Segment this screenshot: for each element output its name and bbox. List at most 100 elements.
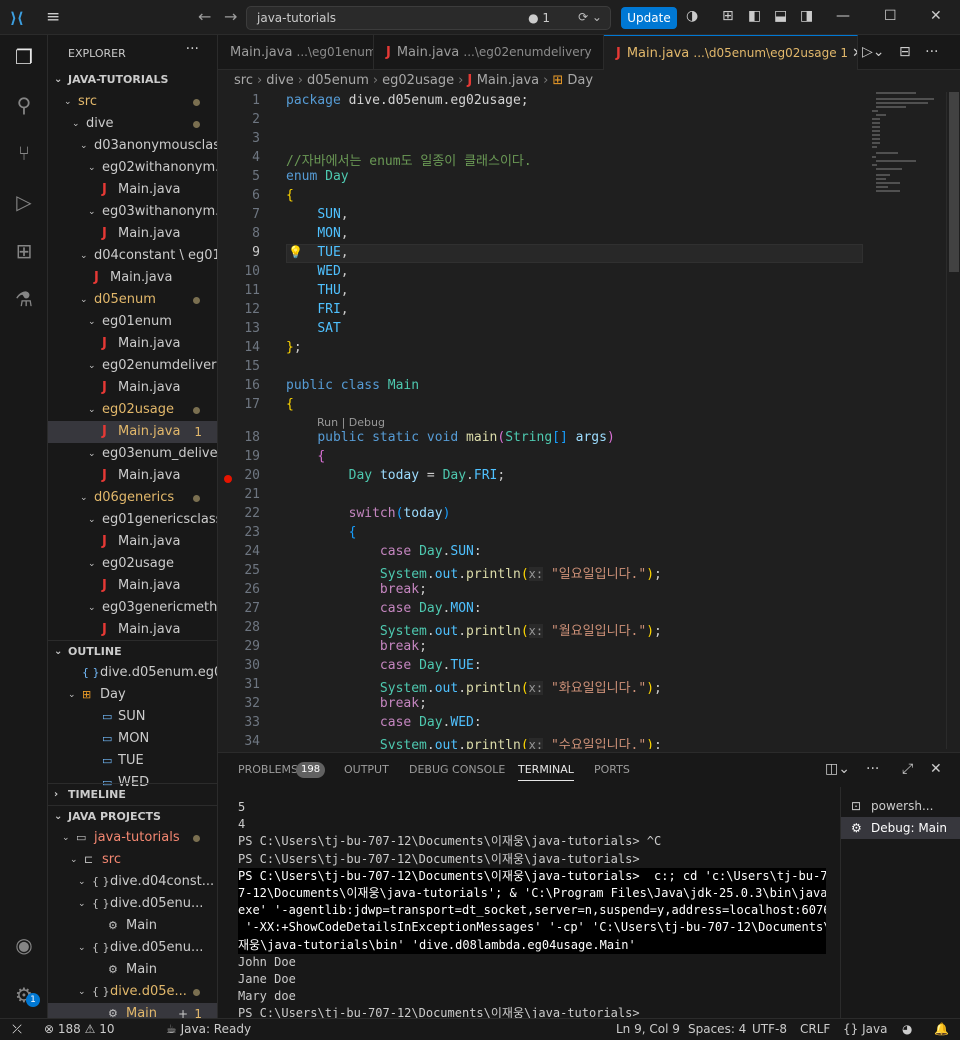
editor-tab[interactable]: Main.java ...\eg01enum: [218, 35, 374, 70]
toggle-sidebar-icon[interactable]: ◧: [748, 8, 761, 24]
project-item[interactable]: ⚙ Main: [48, 915, 217, 937]
outline-item[interactable]: ▭ SUN: [48, 706, 217, 728]
outline-item[interactable]: ⌄ ⊞ Day: [48, 684, 217, 706]
tab-debug-console[interactable]: DEBUG CONSOLE: [409, 763, 505, 776]
project-item[interactable]: ⌄ { } dive.d05enu...: [48, 937, 217, 959]
tree-folder[interactable]: ⌄ d06generics: [48, 487, 217, 509]
terminal-output[interactable]: 5 4 PS C:\Users\tj-bu-707-12\Documents\이재웅…: [238, 799, 826, 1022]
source-control-icon[interactable]: ⑂: [12, 141, 36, 165]
tree-file[interactable]: J Main.java: [48, 223, 217, 245]
tree-folder[interactable]: ⌄ eg02usage: [48, 399, 217, 421]
encoding[interactable]: UTF-8: [752, 1019, 787, 1040]
tree-folder[interactable]: ⌄ eg02usage: [48, 553, 217, 575]
close-panel-icon[interactable]: ✕: [930, 761, 942, 777]
minimize-icon[interactable]: —: [836, 8, 850, 24]
breadcrumb-item[interactable]: eg02usage: [382, 73, 454, 88]
tree-folder[interactable]: ⌄ src: [48, 91, 217, 113]
project-item[interactable]: ⌄ { } dive.d04const...: [48, 871, 217, 893]
toggle-panel-icon[interactable]: ⬓: [774, 8, 787, 24]
tree-file[interactable]: J Main.java: [48, 377, 217, 399]
project-item[interactable]: ⌄ ⊏ src: [48, 849, 217, 871]
editor-tab[interactable]: J Main.java ...\eg02enumdelivery: [374, 35, 604, 70]
tree-folder[interactable]: ⌄ eg01genericsclass: [48, 509, 217, 531]
remote-icon[interactable]: ⤫: [0, 1019, 34, 1040]
tree-folder[interactable]: ⌄ eg01enum: [48, 311, 217, 333]
split-editor-icon[interactable]: ⊟: [899, 44, 911, 60]
code-editor[interactable]: 💡 1 2 3 4 5 6 7 8 9 10 11 12 13 14 15 16 17 18 19 20 21 22 23 2…: [218, 92, 960, 749]
command-center[interactable]: java-tutorials ● 1 ⟳ ⌄: [246, 6, 611, 30]
tab-output[interactable]: OUTPUT: [344, 763, 389, 776]
editor-scrollbar[interactable]: [946, 92, 960, 749]
copilot-chat-icon[interactable]: ⟳ ⌄: [578, 10, 602, 24]
tree-file[interactable]: J Main.java: [48, 267, 217, 289]
line-ending[interactable]: CRLF: [800, 1019, 830, 1040]
tree-file[interactable]: J Main.java: [48, 333, 217, 355]
split-terminal-icon[interactable]: ◫⌄: [825, 761, 850, 777]
search-icon[interactable]: ⚲: [12, 93, 36, 117]
section-java-tutorials[interactable]: ⌄ JAVA-TUTORIALS: [48, 69, 217, 91]
customize-layout-icon[interactable]: ⊞: [722, 8, 734, 24]
update-button[interactable]: Update: [621, 7, 677, 29]
tree-folder[interactable]: ⌄ eg02withanonym...: [48, 157, 217, 179]
breadcrumb-item[interactable]: d05enum: [307, 73, 369, 88]
tree-folder[interactable]: ⌄ dive: [48, 113, 217, 135]
problems-status[interactable]: ⊗ 188 ⚠ 10: [44, 1019, 115, 1040]
tree-file[interactable]: J Main.java: [48, 179, 217, 201]
tree-folder[interactable]: ⌄ eg03genericmeth...: [48, 597, 217, 619]
more-actions-icon[interactable]: ···: [866, 761, 879, 777]
outline-item[interactable]: ▭ TUE: [48, 750, 217, 772]
codelens-run-debug[interactable]: Run | Debug: [317, 416, 385, 429]
tree-file[interactable]: J Main.java: [48, 619, 217, 641]
terminal-item-debug-main[interactable]: ⚙ Debug: Main: [841, 817, 960, 839]
tree-folder[interactable]: ⌄ d04constant \ eg01...: [48, 245, 217, 267]
tree-folder[interactable]: ⌄ eg03enum_delivery: [48, 443, 217, 465]
tab-terminal[interactable]: TERMINAL: [518, 763, 574, 781]
tree-file[interactable]: J Main.java: [48, 465, 217, 487]
run-debug-icon[interactable]: ▷: [12, 190, 36, 214]
scrollbar-thumb[interactable]: [949, 92, 959, 272]
outline-item[interactable]: ▭ MON: [48, 728, 217, 750]
project-item[interactable]: ⌄ { } dive.d05enu...: [48, 893, 217, 915]
forward-arrow-icon[interactable]: →: [224, 7, 237, 26]
account-icon[interactable]: ◉: [12, 933, 36, 957]
minimap[interactable]: [870, 92, 950, 192]
outline-item[interactable]: { }dive.d05enum.eg0...: [48, 662, 217, 684]
tree-file[interactable]: J Main.java 1: [48, 421, 217, 443]
tree-folder[interactable]: ⌄ d03anonymousclass: [48, 135, 217, 157]
indentation[interactable]: Spaces: 4: [688, 1019, 746, 1040]
run-icon[interactable]: ▷⌄: [862, 44, 885, 60]
section-java-projects[interactable]: ⌄ JAVA PROJECTS: [48, 805, 217, 827]
breadcrumb-item[interactable]: Day: [567, 73, 593, 88]
toggle-secondary-sidebar-icon[interactable]: ◨: [800, 8, 813, 24]
maximize-icon[interactable]: ☐: [884, 8, 897, 24]
breadcrumb-item[interactable]: Main.java: [477, 73, 539, 88]
editor-tab[interactable]: J Main.java ...\d05enum\eg02usage 1 ✕: [604, 35, 858, 70]
tab-close-icon[interactable]: ✕: [848, 46, 857, 61]
back-arrow-icon[interactable]: ←: [198, 7, 211, 26]
copilot-status-icon[interactable]: ◕: [902, 1019, 912, 1040]
more-icon[interactable]: ···: [925, 44, 938, 60]
project-item[interactable]: ⌄ { } dive.d05e...: [48, 981, 217, 1003]
tree-folder[interactable]: ⌄ eg02enumdelivery: [48, 355, 217, 377]
menu-icon[interactable]: ≡: [46, 7, 60, 27]
terminal-item-powershell[interactable]: ⊡ powersh...: [841, 795, 960, 817]
tab-ports[interactable]: PORTS: [594, 763, 630, 776]
tree-file[interactable]: J Main.java: [48, 531, 217, 553]
cursor-position[interactable]: Ln 9, Col 9: [616, 1019, 680, 1040]
notifications-icon[interactable]: 🔔: [934, 1019, 949, 1040]
breadcrumb-item[interactable]: dive: [266, 73, 294, 88]
tab-problems[interactable]: PROBLEMS: [238, 763, 298, 776]
copilot-icon[interactable]: ◑: [686, 8, 698, 24]
section-timeline[interactable]: › TIMELINE: [48, 783, 217, 805]
section-outline[interactable]: ⌄ OUTLINE: [48, 640, 217, 662]
project-item[interactable]: ⌄ ▭ java-tutorials: [48, 827, 217, 849]
breadcrumb-item[interactable]: src: [234, 73, 253, 88]
java-status[interactable]: ☕ Java: Ready: [166, 1019, 251, 1040]
tree-folder[interactable]: ⌄ eg03withanonym...: [48, 201, 217, 223]
testing-icon[interactable]: ⚗: [12, 287, 36, 311]
explorer-icon[interactable]: ❐: [12, 45, 36, 69]
add-icon[interactable]: +: [178, 1003, 188, 1018]
close-icon[interactable]: ✕: [930, 8, 942, 24]
project-item[interactable]: ⚙ Main +1: [48, 1003, 217, 1018]
tree-folder[interactable]: ⌄ d05enum: [48, 289, 217, 311]
